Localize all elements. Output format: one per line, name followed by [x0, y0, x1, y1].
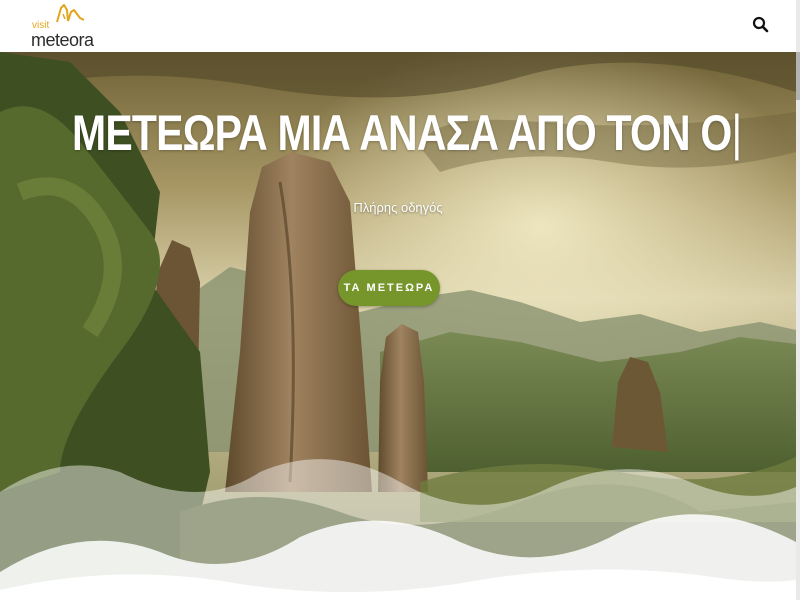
- hero-title-text: ΜΕΤΕΩΡΑ ΜΙΑ ΑΝΑΣΑ ΑΠΟ ΤΟΝ Ο: [72, 105, 732, 161]
- hero-title: ΜΕΤΕΩΡΑ ΜΙΑ ΑΝΑΣΑ ΑΠΟ ΤΟΝ Ο|: [72, 104, 742, 162]
- search-icon: [752, 16, 769, 33]
- logo-text-meteora: meteora: [31, 30, 94, 50]
- cta-button-meteora[interactable]: ΤΑ ΜΕΤΕΩΡΑ: [338, 270, 440, 306]
- hero-wave-divider: [0, 459, 796, 600]
- scrollbar-thumb[interactable]: [796, 52, 800, 100]
- page: visit meteora ΜΕΤΕΩΡΑ ΜΙΑ ΑΝΑΣΑ ΑΠΟ ΤΟΝ …: [0, 0, 800, 600]
- site-header: visit meteora: [0, 0, 796, 52]
- site-logo[interactable]: visit meteora: [30, 2, 94, 50]
- hero-section: ΜΕΤΕΩΡΑ ΜΙΑ ΑΝΑΣΑ ΑΠΟ ΤΟΝ Ο| Πλήρης οδηγ…: [0, 52, 796, 600]
- search-button[interactable]: [750, 14, 772, 36]
- hero-subtitle: Πλήρης οδηγός: [353, 200, 443, 215]
- page-scrollbar[interactable]: [796, 0, 800, 600]
- typing-cursor: |: [731, 105, 742, 161]
